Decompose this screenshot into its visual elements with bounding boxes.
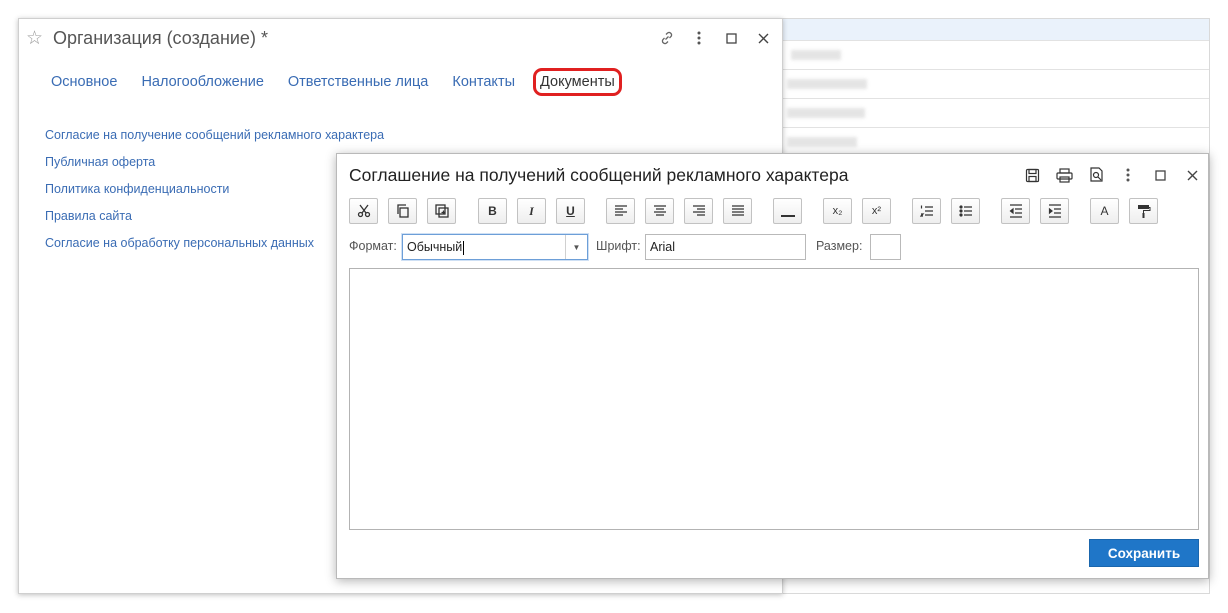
link-personal-data-consent[interactable]: Согласие на обработку персональных данны… xyxy=(45,233,384,260)
align-justify-icon xyxy=(731,205,744,216)
size-input[interactable] xyxy=(870,234,901,260)
background-row xyxy=(783,99,1209,128)
link-privacy-policy[interactable]: Политика конфиденциальности xyxy=(45,179,384,206)
horizontal-line-button[interactable] xyxy=(773,198,802,224)
align-left-icon xyxy=(614,205,627,216)
copy-icon xyxy=(396,204,409,218)
dialog-controls xyxy=(1022,165,1202,185)
editor-dialog: Соглашение на получений сообщений реклам… xyxy=(336,153,1209,579)
close-icon[interactable] xyxy=(1182,165,1202,185)
more-icon[interactable] xyxy=(1118,165,1138,185)
outdent-icon xyxy=(1009,204,1022,218)
italic-button[interactable]: I xyxy=(517,198,546,224)
background-row xyxy=(783,41,1209,70)
link-public-offer[interactable]: Публичная оферта xyxy=(45,152,384,179)
font-color-button[interactable]: A xyxy=(1090,198,1119,224)
tab-contacts[interactable]: Контакты xyxy=(452,71,515,93)
underline-button[interactable]: U xyxy=(556,198,585,224)
align-right-icon xyxy=(692,205,705,216)
tab-responsible-persons[interactable]: Ответственные лица xyxy=(288,71,428,93)
tab-bar: Основное Налогообложение Ответственные л… xyxy=(51,68,646,96)
bold-button[interactable]: B xyxy=(478,198,507,224)
tab-taxation[interactable]: Налогообложение xyxy=(141,71,263,93)
tab-main[interactable]: Основное xyxy=(51,71,117,93)
chevron-down-icon[interactable]: ▼ xyxy=(565,235,587,259)
superscript-button[interactable]: x² xyxy=(862,198,891,224)
subscript-button[interactable]: x₂ xyxy=(823,198,852,224)
background-row xyxy=(783,19,1209,41)
format-value: Обычный xyxy=(407,240,463,254)
save-disk-icon[interactable] xyxy=(1022,165,1042,185)
maximize-icon[interactable] xyxy=(1150,165,1170,185)
numbered-list-button[interactable] xyxy=(912,198,941,224)
save-button[interactable]: Сохранить xyxy=(1089,539,1199,567)
format-painter-button[interactable] xyxy=(1129,198,1158,224)
bullet-list-icon xyxy=(958,205,972,217)
text-editor-area[interactable] xyxy=(349,268,1199,530)
copy-button[interactable] xyxy=(388,198,417,224)
align-left-button[interactable] xyxy=(606,198,635,224)
cut-button[interactable] xyxy=(349,198,378,224)
scissors-icon xyxy=(357,204,370,218)
indent-icon xyxy=(1048,204,1061,218)
text-caret xyxy=(463,240,465,255)
align-center-icon xyxy=(653,205,666,216)
more-icon[interactable] xyxy=(690,29,708,47)
background-row xyxy=(783,70,1209,99)
align-right-button[interactable] xyxy=(684,198,713,224)
align-center-button[interactable] xyxy=(645,198,674,224)
link-advertising-consent[interactable]: Согласие на получение сообщений рекламно… xyxy=(45,125,384,152)
maximize-icon[interactable] xyxy=(722,29,740,47)
dialog-title: Соглашение на получений сообщений реклам… xyxy=(349,165,849,185)
format-label: Формат: xyxy=(349,239,397,253)
paint-roller-icon xyxy=(1137,205,1150,218)
link-site-rules[interactable]: Правила сайта xyxy=(45,206,384,233)
paste-icon xyxy=(434,204,449,218)
format-select[interactable]: Обычный ▼ xyxy=(402,234,588,260)
numbered-list-icon xyxy=(919,205,933,217)
font-value: Arial xyxy=(650,240,676,254)
font-input[interactable]: Arial xyxy=(645,234,806,260)
format-row: Формат: Обычный ▼ Шрифт: Arial Размер: xyxy=(349,234,1209,260)
window-title: Организация (создание) * xyxy=(53,28,268,48)
align-justify-button[interactable] xyxy=(723,198,752,224)
document-links: Согласие на получение сообщений рекламно… xyxy=(45,125,384,260)
indent-button[interactable] xyxy=(1040,198,1069,224)
font-label: Шрифт: xyxy=(596,239,641,253)
tab-documents[interactable]: Документы xyxy=(533,68,622,96)
link-icon[interactable] xyxy=(658,29,676,47)
star-icon[interactable]: ☆ xyxy=(26,27,43,50)
size-label: Размер: xyxy=(816,239,863,253)
bullet-list-button[interactable] xyxy=(951,198,980,224)
outdent-button[interactable] xyxy=(1001,198,1030,224)
paste-button[interactable] xyxy=(427,198,456,224)
print-icon[interactable] xyxy=(1054,165,1074,185)
preview-icon[interactable] xyxy=(1086,165,1106,185)
close-icon[interactable] xyxy=(754,29,772,47)
horizontal-line-icon xyxy=(780,215,795,217)
window-controls xyxy=(658,29,772,47)
